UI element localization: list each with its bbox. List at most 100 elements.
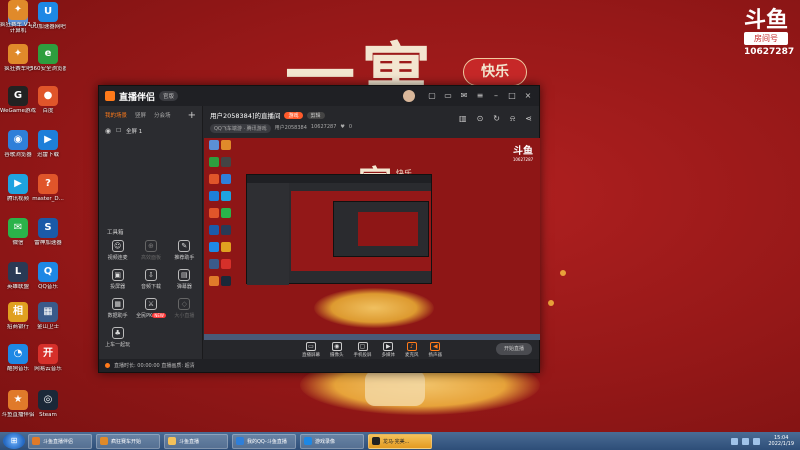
tool-item[interactable]: ◇ 大小直播 (168, 298, 201, 319)
tool-label: 大小直播 (168, 312, 201, 319)
tool-label: 视频连麦 (101, 254, 134, 261)
system-tray: 15:04 2022/1/19 (731, 435, 800, 447)
close-icon[interactable]: × (523, 91, 533, 101)
taskbar-app-icon (100, 437, 108, 445)
start-button[interactable]: ⊞ (3, 433, 25, 449)
desktop-icon[interactable]: e 360安全浏览器 (30, 44, 66, 73)
desktop-icon[interactable]: ▦ 金山卫士 (30, 302, 66, 331)
desktop-icon[interactable]: ▶ 迅雷下载 (30, 130, 66, 159)
desktop-app-icon: ● (38, 86, 58, 106)
wallpaper-happy-badge: 快乐 (463, 58, 527, 86)
taskbar-item[interactable]: 龙马·完美... (368, 433, 432, 449)
refresh-icon[interactable]: ↻ (493, 114, 500, 124)
tool-item[interactable]: ▤ 弹幕器 (168, 269, 201, 290)
tool-item[interactable]: ▦ 数据助手 (101, 298, 134, 319)
taskbar-item-label: 斗鱼直播伴侣 (43, 438, 74, 445)
source-control[interactable]: ▶ 多媒体 (382, 342, 395, 358)
desktop-app-icon: Q (38, 262, 58, 282)
message-icon[interactable]: ▭ (443, 91, 453, 101)
tray-volume-icon[interactable] (742, 437, 750, 445)
tool-icon: ▤ (178, 269, 191, 281)
tab-my-scene[interactable]: 我的场景 (105, 111, 127, 119)
room-user-id: 用户2058384 (274, 125, 307, 131)
desktop-icon[interactable]: ● 百度 (30, 86, 66, 115)
tab-vertical[interactable]: 竖屏 (135, 111, 146, 119)
taskbar-app-icon (236, 437, 244, 445)
tool-item[interactable]: ▣ 投屏器 (101, 269, 134, 290)
desktop-icon[interactable]: Q QQ音乐 (30, 262, 66, 291)
desktop-icon[interactable]: ? master_D... (30, 174, 66, 203)
desktop-icon-label: QQ音乐 (38, 284, 58, 290)
source-control-label: 摄像头 (330, 353, 344, 358)
source-control-label: 麦克风 (405, 353, 419, 358)
taskbar-item[interactable]: 斗鱼直播伴侣 (28, 433, 92, 449)
taskbar-item-label: 游戏录像 (315, 438, 336, 445)
wallpaper-dot (560, 270, 566, 276)
stream-preview[interactable]: 一寓 快乐 斗鱼 10627287 (204, 138, 540, 340)
room-id: 10627287 (310, 124, 337, 130)
room-tag[interactable]: 游戏 (284, 111, 303, 119)
room-tag-secondary[interactable]: 剪辑 (306, 111, 325, 119)
room-title[interactable]: 用户2058384]的直播间 (210, 110, 280, 120)
desktop-icon-label: 雷神加速器 (34, 240, 62, 246)
tray-clock[interactable]: 15:04 2022/1/19 (764, 435, 794, 447)
desktop-icon[interactable]: ◎ Steam (30, 390, 66, 419)
gift-icon[interactable]: ✉ (459, 91, 469, 101)
trash-icon[interactable]: ▥ (459, 114, 467, 124)
tool-icon: ✎ (178, 240, 191, 252)
taskbar-item[interactable]: 斗鱼直播 (164, 433, 228, 449)
tool-label-text: 上车一起玩 (105, 342, 131, 348)
wallpaper-gold-ingot (365, 370, 425, 406)
app-version-badge: 官版 (159, 91, 179, 101)
checkbox-icon[interactable]: ☐ (116, 128, 121, 134)
skin-icon[interactable]: ▢ (427, 91, 437, 101)
start-live-button[interactable]: 开始直播 (496, 343, 532, 355)
source-control[interactable]: ▭ 直播屏幕 (302, 342, 320, 358)
taskbar-item[interactable]: 我的QQ-斗鱼直播 (232, 433, 296, 449)
tray-ime-icon[interactable] (753, 437, 761, 445)
desktop-icon-label: 360安全浏览器 (30, 66, 66, 72)
desktop-icon-label: 疯狂赛车 V1.3988002 (0, 22, 36, 28)
tool-item[interactable]: ♣ 上车一起玩 (101, 327, 134, 348)
tool-icon: ▣ (111, 269, 124, 281)
desktop-icon[interactable]: S 雷神加速器 (30, 218, 66, 247)
room-category[interactable]: QQ飞车端游 · 腾讯游戏 (210, 124, 271, 133)
desktop-icon[interactable]: 开网易云音乐 (30, 344, 66, 373)
like-icon: ♥ (340, 124, 345, 130)
source-control-icon: ▶ (383, 342, 394, 351)
lock-icon[interactable]: ⊙ (477, 114, 484, 124)
tool-item[interactable]: ⚔ 全民PK NEW (134, 298, 167, 319)
source-control[interactable]: ▢ 手机投屏 (354, 342, 372, 358)
menu-icon[interactable]: ≡ (475, 91, 485, 101)
preview-logo-char: 斗鱼 (513, 146, 533, 157)
source-control[interactable]: ◉ 摄像头 (330, 342, 344, 358)
streaming-app-window: 直播伴侣 官版 ▢ ▭ ✉ ≡ – □ × 我的场景 竖屏 分会场 + ◉ ☐ … (98, 85, 540, 373)
tray-network-icon[interactable] (731, 437, 739, 445)
tool-item[interactable]: ✎ 推荐助手 (168, 240, 201, 261)
source-control[interactable]: ◀ 扬声器 (429, 342, 442, 358)
taskbar-item[interactable]: 游戏录像 (300, 433, 364, 449)
tab-sub-venue[interactable]: 分会场 (154, 111, 171, 119)
app-titlebar[interactable]: 直播伴侣 官版 ▢ ▭ ✉ ≡ – □ × (99, 86, 539, 106)
taskbar-items: 斗鱼直播伴侣 疯狂赛车开始 斗鱼直播 我的QQ-斗鱼直播 游戏录像 龙马·完美... (28, 433, 436, 449)
share-icon[interactable]: ⋖ (525, 114, 532, 124)
tool-item[interactable]: ⇩ 音频下载 (134, 269, 167, 290)
source-control-icon: ♪ (406, 342, 417, 351)
scene-item[interactable]: ◉ ☐ 全屏 1 (99, 124, 202, 138)
maximize-icon[interactable]: □ (507, 91, 517, 101)
clock-date: 2022/1/19 (768, 441, 794, 447)
bell-icon[interactable]: ⍾ (510, 114, 515, 124)
source-control[interactable]: ♪ 麦克风 (405, 342, 419, 358)
room-header-actions: ▥ ⊙ ↻ ⍾ ⋖ (459, 114, 532, 124)
user-avatar[interactable] (403, 90, 415, 102)
taskbar-item-label: 我的QQ-斗鱼直播 (247, 438, 287, 445)
add-scene-icon[interactable]: + (188, 110, 196, 121)
taskbar-item[interactable]: 疯狂赛车开始 (96, 433, 160, 449)
minimize-icon[interactable]: – (491, 91, 501, 101)
tool-label-text: 高效面板 (140, 255, 161, 261)
tool-item[interactable]: ⊕ 高效面板 (134, 240, 167, 261)
app-logo-icon (105, 91, 115, 101)
eye-icon[interactable]: ◉ (105, 127, 111, 135)
tool-item[interactable]: ☺ 视频连麦 (101, 240, 134, 261)
desktop-icon[interactable]: ✦ 疯狂赛车 V1.3988002 (0, 0, 36, 29)
